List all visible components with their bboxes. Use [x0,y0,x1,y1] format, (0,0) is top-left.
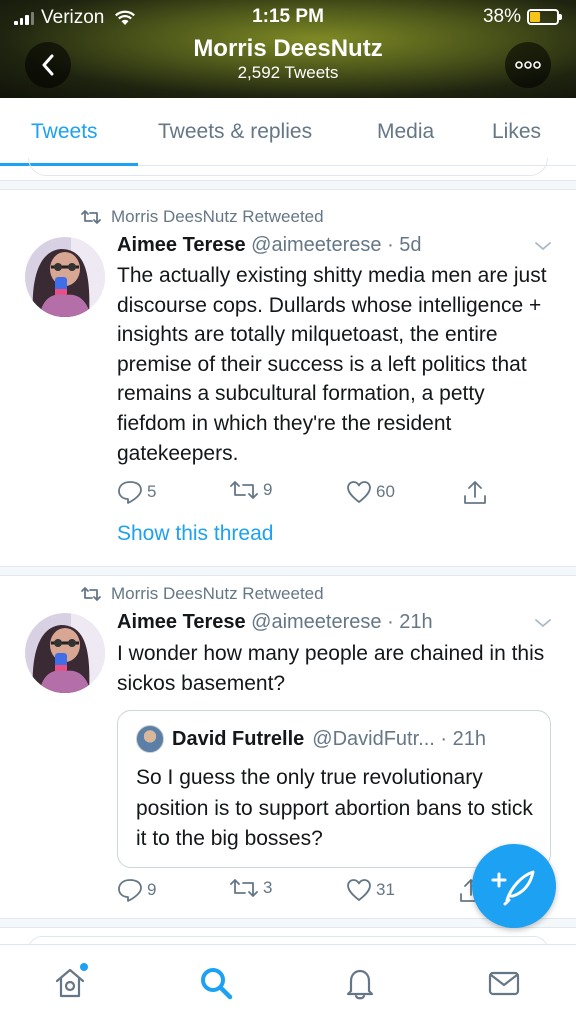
nav-messages[interactable] [484,963,524,1003]
tweet-text: I wonder how many people are chained in … [117,642,545,695]
like-icon [347,879,371,901]
nav-search[interactable] [196,963,236,1003]
retweeted-by-label: Morris DeesNutz Retweeted [111,207,324,226]
nav-home[interactable] [50,963,90,1003]
bottom-navigation [0,944,576,1024]
profile-tabs: Tweets Tweets & replies Media Likes [0,98,576,166]
chevron-down-icon[interactable] [534,617,552,629]
quoted-author-name: David Futrelle [172,727,305,750]
compose-icon [491,870,535,906]
tweet-count: 2,592 Tweets [237,63,339,82]
retweet-icon [81,210,101,224]
profile-name: Morris DeesNutz [193,35,383,62]
tweet-divider [0,566,576,576]
like-button[interactable]: 60 [346,480,395,504]
previous-card-edge [28,158,548,176]
tweet-text: The actually existing shitty media men a… [117,264,547,465]
more-icon [515,61,541,69]
notifications-icon [346,969,374,1000]
show-thread-link[interactable]: Show this thread [117,522,273,546]
retweet-icon [230,481,258,499]
reply-icon [118,481,142,504]
nav-notifications[interactable] [340,963,380,1003]
retweet-count: 9 [263,480,273,499]
reply-icon [118,879,142,902]
retweet-button[interactable]: 9 [229,480,272,500]
tweet-divider [0,180,576,190]
quoted-author-handle: @DavidFutr... · 21h [312,727,486,750]
tab-tweets[interactable]: Tweets [31,120,98,144]
like-button[interactable]: 31 [346,878,395,902]
quoted-tweet[interactable]: David Futrelle @DavidFutr... · 21h So I … [117,710,551,868]
avatar[interactable] [25,237,105,317]
like-count: 60 [376,482,395,501]
avatar[interactable] [25,613,105,693]
tweet-actions: 9 3 31 [117,878,497,908]
retweet-icon [81,587,101,601]
avatar [136,725,164,753]
reply-button[interactable]: 5 [117,480,156,504]
like-icon [347,481,371,503]
share-icon [464,481,486,504]
retweet-context: Morris DeesNutz Retweeted [80,207,324,227]
home-icon [55,968,85,998]
tweet-author[interactable]: Aimee Terese @aimeeterese · 21h [117,611,433,634]
tab-media[interactable]: Media [377,120,434,144]
retweeted-by-label: Morris DeesNutz Retweeted [111,584,324,603]
retweet-context: Morris DeesNutz Retweeted [80,584,324,604]
reply-button[interactable]: 9 [117,878,156,902]
author-name: Aimee Terese [117,611,246,633]
author-handle: @aimeeterese · 5d [251,234,422,256]
author-handle: @aimeeterese · 21h [251,611,433,633]
tweet-1[interactable]: Morris DeesNutz Retweeted Aimee Terese @… [0,190,576,566]
compose-tweet-button[interactable] [472,844,556,928]
battery-percent: 38% [482,6,521,27]
retweet-button[interactable]: 3 [229,878,272,898]
quoted-tweet-author: David Futrelle @DavidFutr... · 21h [136,725,486,753]
battery-icon [527,9,562,25]
like-count: 31 [376,880,395,899]
more-button[interactable] [505,42,551,88]
reply-count: 9 [147,880,157,899]
tab-likes[interactable]: Likes [492,120,541,144]
reply-count: 5 [147,482,157,501]
author-name: Aimee Terese [117,234,246,256]
share-button[interactable] [463,480,487,506]
search-icon [201,968,233,1000]
retweet-icon [230,879,258,897]
status-bar: Verizon 1:15 PM 38% [0,0,576,34]
tweet-actions: 5 9 60 [117,480,497,510]
quoted-tweet-text: So I guess the only true revolutionary p… [136,766,533,850]
tweet-author[interactable]: Aimee Terese @aimeeterese · 5d [117,234,422,257]
battery-status: 38% [483,6,562,28]
chevron-down-icon[interactable] [534,240,552,252]
notification-dot [80,963,88,971]
retweet-count: 3 [263,878,273,897]
messages-icon [488,971,520,996]
profile-header: Verizon 1:15 PM 38% Morris DeesNutz 2,59… [0,0,576,98]
tab-tweets-replies[interactable]: Tweets & replies [158,120,312,144]
